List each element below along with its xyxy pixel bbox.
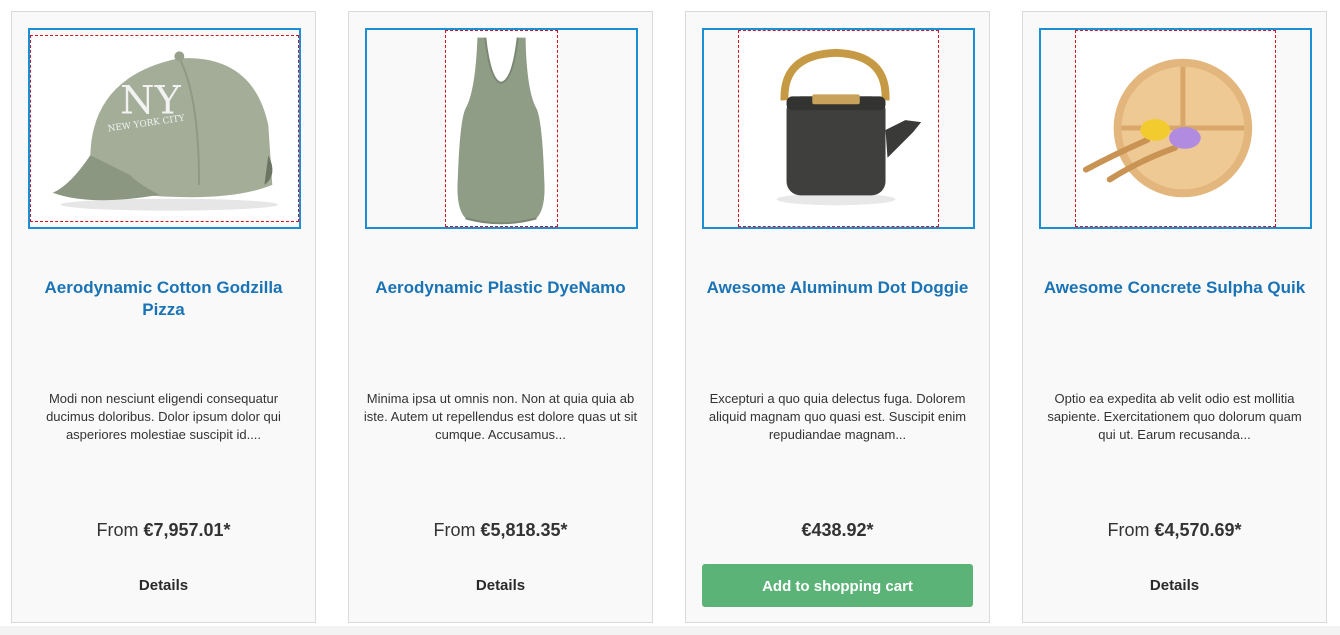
product-card: Awesome Aluminum Dot Doggie Excepturi a … (685, 11, 990, 623)
price-value: €5,818.35* (480, 520, 568, 540)
product-title[interactable]: Aerodynamic Cotton Godzilla Pizza (26, 277, 301, 321)
price-prefix: From (1107, 520, 1155, 540)
product-image-frame[interactable] (702, 28, 975, 229)
add-to-cart-button[interactable]: Add to shopping cart (702, 564, 973, 607)
price-value: €7,957.01* (143, 520, 231, 540)
cap-image[interactable]: NY NEW YORK CITY (30, 35, 299, 222)
product-description: Modi non nesciunt eligendi consequatur d… (46, 391, 281, 442)
teapot-image[interactable] (738, 30, 939, 227)
details-button[interactable]: Details (1039, 564, 1310, 608)
price-prefix: From (96, 520, 144, 540)
product-title[interactable]: Aerodynamic Plastic DyeNamo (363, 277, 638, 299)
product-description: Optio ea expedita ab velit odio est moll… (1047, 391, 1302, 442)
details-button[interactable]: Details (365, 564, 636, 608)
price-prefix: From (433, 520, 481, 540)
tank-top-image (457, 37, 545, 225)
product-description: Excepturi a quo quia delectus fuga. Dolo… (708, 391, 967, 442)
product-price: From €7,957.01* (12, 518, 315, 542)
product-image-frame[interactable] (1039, 28, 1312, 229)
product-card: NY NEW YORK CITY Aerodynamic Cotton Godz… (11, 11, 316, 623)
product-image-frame[interactable] (365, 28, 638, 229)
details-button[interactable]: Details (28, 564, 299, 608)
product-card: Aerodynamic Plastic DyeNamo Minima ipsa … (348, 11, 653, 623)
teapot-image (776, 48, 922, 206)
product-price: From €5,818.35* (349, 518, 652, 542)
product-price: From €4,570.69* (1023, 518, 1326, 542)
product-title[interactable]: Awesome Aluminum Dot Doggie (700, 277, 975, 299)
tank-top-image[interactable] (445, 30, 558, 227)
cap-image: NY NEW YORK CITY (52, 51, 279, 211)
price-value: €438.92* (801, 520, 874, 540)
product-description: Minima ipsa ut omnis non. Non at quia qu… (363, 391, 638, 442)
price-value: €4,570.69* (1154, 520, 1242, 540)
product-price: €438.92* (686, 518, 989, 542)
page-bottom-strip (0, 626, 1340, 635)
bamboo-plate-image (1082, 58, 1253, 198)
product-image-frame[interactable]: NY NEW YORK CITY (28, 28, 301, 229)
product-title[interactable]: Awesome Concrete Sulpha Quik (1037, 277, 1312, 299)
product-card: Awesome Concrete Sulpha Quik Optio ea ex… (1022, 11, 1327, 623)
bamboo-plate-image[interactable] (1075, 30, 1276, 227)
